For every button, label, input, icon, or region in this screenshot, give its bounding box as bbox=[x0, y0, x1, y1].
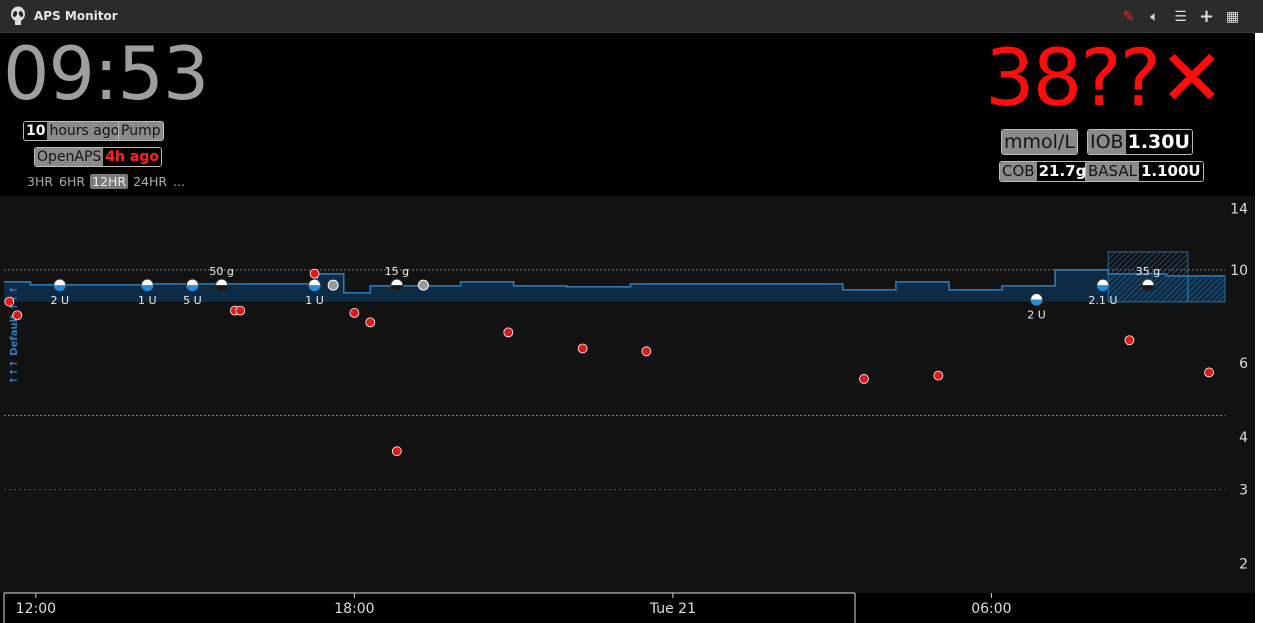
treatment-circle bbox=[327, 279, 339, 291]
last-reading-hours: 10 bbox=[24, 122, 48, 140]
bolus-label: 1 U bbox=[138, 294, 157, 307]
y-tick-label: 2 bbox=[1239, 556, 1248, 572]
basal-pill[interactable]: BASAL 1.100U bbox=[1085, 161, 1204, 182]
cob-value: 21.7g bbox=[1036, 162, 1089, 181]
edit-icon[interactable]: ✎ bbox=[1120, 8, 1137, 25]
x-tick-label: 18:00 bbox=[334, 601, 374, 617]
x-tick-label: 06:00 bbox=[971, 601, 1011, 617]
bg-point bbox=[859, 374, 869, 384]
bg-point bbox=[391, 446, 402, 457]
bg-point bbox=[933, 370, 944, 381]
app-title: APS Monitor bbox=[34, 9, 118, 23]
range-24hr[interactable]: 24HR bbox=[132, 174, 168, 189]
bg-point bbox=[503, 327, 514, 338]
bg-point bbox=[1124, 335, 1135, 346]
loop-label: OpenAPS bbox=[35, 148, 104, 166]
bolus-label: 2.1 U bbox=[1088, 294, 1117, 307]
bg-point bbox=[577, 343, 588, 354]
y-tick-label: 10 bbox=[1230, 263, 1248, 279]
range-more[interactable]: ... bbox=[172, 174, 186, 189]
iob-pill[interactable]: IOB 1.30U bbox=[1087, 129, 1193, 155]
bg-chart[interactable]: 1410643212:00 18:00 Tue 21 06:00↑↑↑ Default… bbox=[0, 196, 1255, 623]
device-status[interactable]: Pump bbox=[118, 121, 164, 141]
y-tick-label: 3 bbox=[1239, 482, 1248, 498]
current-bg-reading: 38??✕ bbox=[985, 40, 1224, 118]
bg-value: 38 bbox=[985, 34, 1082, 124]
bg-point bbox=[365, 317, 376, 328]
last-reading-suffix: hours ago bbox=[47, 122, 122, 140]
current-time: 09:53 bbox=[3, 32, 209, 117]
device-label: Pump bbox=[119, 122, 163, 140]
plot-area bbox=[0, 196, 1255, 593]
bg-point bbox=[309, 268, 320, 279]
carb-marker bbox=[327, 279, 339, 291]
x-axis-area bbox=[0, 593, 1255, 623]
bg-point bbox=[1204, 367, 1214, 378]
carb-label: 15 g bbox=[385, 265, 409, 278]
calculator-icon[interactable]: ▦ bbox=[1224, 8, 1241, 25]
bolus-label: 2 U bbox=[1027, 309, 1046, 322]
last-reading-age: 10 hours ago bbox=[23, 121, 123, 141]
loop-status[interactable]: OpenAPS 4h ago bbox=[34, 147, 162, 167]
x-tick-label: Tue 21 bbox=[649, 601, 696, 617]
range-3hr[interactable]: 3HR bbox=[26, 174, 54, 189]
range-6hr[interactable]: 6HR bbox=[58, 174, 86, 189]
bg-point bbox=[235, 305, 246, 316]
loop-age: 4h ago bbox=[103, 148, 161, 166]
bg-point bbox=[12, 310, 23, 321]
treatment-circle bbox=[417, 279, 429, 291]
carb-label: 50 g bbox=[209, 265, 233, 278]
volume-icon[interactable]: 🔈︎ bbox=[1146, 8, 1163, 25]
cob-label: COB bbox=[1000, 162, 1037, 181]
add-icon[interactable]: + bbox=[1198, 7, 1215, 25]
y-tick-label: 14 bbox=[1230, 202, 1248, 218]
title-bar: APS Monitor ✎ 🔈︎ ☰ + ▦ bbox=[0, 0, 1263, 33]
units-pill: mmol/L bbox=[1001, 129, 1078, 155]
alien-logo-icon bbox=[11, 6, 25, 25]
units-label: mmol/L bbox=[1002, 130, 1077, 154]
temp-basal-rect bbox=[1187, 275, 1226, 303]
cob-pill[interactable]: COB 21.7g bbox=[999, 161, 1090, 182]
carb-label: 35 g bbox=[1136, 265, 1160, 278]
y-tick-label: 6 bbox=[1239, 356, 1248, 372]
basal-value: 1.100U bbox=[1138, 162, 1203, 181]
iob-value: 1.30U bbox=[1125, 130, 1192, 154]
menu-icon[interactable]: ☰ bbox=[1172, 8, 1189, 25]
bg-point bbox=[641, 346, 652, 357]
bolus-label: 2 U bbox=[50, 294, 69, 307]
window-edge bbox=[1255, 33, 1263, 623]
bolus-label: 1 U bbox=[305, 294, 324, 307]
bolus-label: 5 U bbox=[183, 294, 202, 307]
time-range-selector: 3HR 6HR 12HR 24HR ... bbox=[26, 174, 186, 189]
x-tick-label: 12:00 bbox=[16, 601, 56, 617]
bg-point bbox=[4, 296, 15, 307]
bg-point bbox=[349, 308, 360, 318]
y-tick-label: 4 bbox=[1239, 430, 1248, 446]
carb-marker bbox=[417, 279, 429, 291]
range-12hr[interactable]: 12HR bbox=[90, 174, 129, 189]
basal-label: BASAL bbox=[1086, 162, 1139, 181]
iob-label: IOB bbox=[1088, 130, 1126, 154]
bg-direction: ✕ bbox=[1159, 34, 1224, 124]
bg-suffix: ?? bbox=[1080, 34, 1161, 124]
